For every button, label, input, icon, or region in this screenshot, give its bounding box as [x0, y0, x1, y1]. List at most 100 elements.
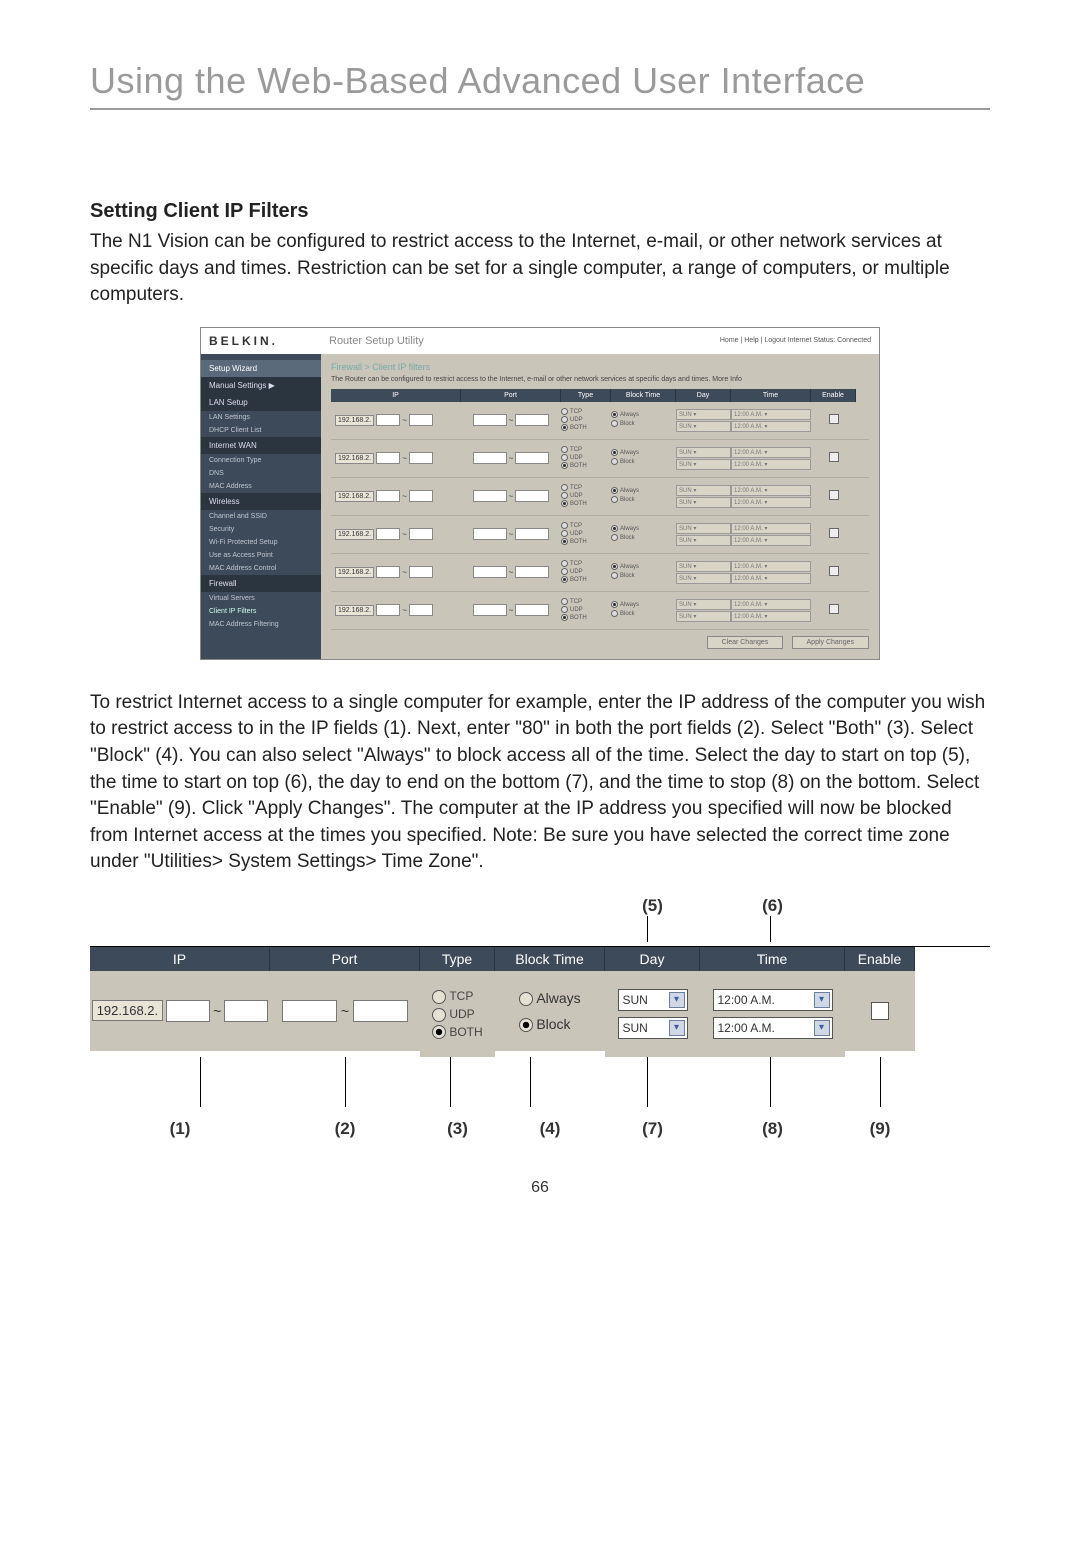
time-start-select[interactable]: 12:00 A.M. ▾: [731, 447, 811, 458]
type-tcp-radio[interactable]: TCP: [561, 560, 611, 568]
type-udp-radio[interactable]: UDP: [561, 568, 611, 576]
sidebar-manual-settings[interactable]: Manual Settings ▶: [201, 377, 321, 394]
enable-checkbox[interactable]: [829, 604, 839, 614]
day-end-select[interactable]: SUN ▾: [676, 421, 731, 432]
day-end-select[interactable]: SUN ▾: [676, 611, 731, 622]
sidebar-client-ip-filters[interactable]: Client IP Filters: [201, 605, 321, 618]
day-start-select[interactable]: SUN ▾: [676, 447, 731, 458]
bt-block-radio[interactable]: Block: [611, 458, 676, 467]
bt-block-radio[interactable]: Block: [611, 610, 676, 619]
time-start-select[interactable]: 12:00 A.M.▾: [713, 989, 833, 1011]
port-end-input[interactable]: [515, 414, 549, 426]
bt-always-radio[interactable]: Always: [519, 990, 580, 1006]
bt-always-radio[interactable]: Always: [611, 601, 676, 610]
time-end-select[interactable]: 12:00 A.M. ▾: [731, 611, 811, 622]
sidebar-item[interactable]: MAC Address Control: [201, 562, 321, 575]
ip-start-input[interactable]: [376, 604, 400, 616]
sidebar-item[interactable]: Connection Type: [201, 454, 321, 467]
type-tcp-radio[interactable]: TCP: [561, 484, 611, 492]
sidebar-item[interactable]: Security: [201, 523, 321, 536]
enable-checkbox[interactable]: [829, 490, 839, 500]
ip-end-input[interactable]: [409, 452, 433, 464]
sidebar-item[interactable]: Virtual Servers: [201, 592, 321, 605]
port-start-input[interactable]: [473, 604, 507, 616]
time-end-select[interactable]: 12:00 A.M. ▾: [731, 421, 811, 432]
time-end-select[interactable]: 12:00 A.M. ▾: [731, 573, 811, 584]
type-tcp-radio[interactable]: TCP: [561, 598, 611, 606]
apply-changes-button[interactable]: Apply Changes: [792, 636, 869, 649]
day-end-select[interactable]: SUN ▾: [676, 573, 731, 584]
header-links[interactable]: Home | Help | Logout Internet Status: Co…: [720, 337, 871, 344]
ip-start-input[interactable]: [376, 490, 400, 502]
port-end-input[interactable]: [515, 604, 549, 616]
port-end-input[interactable]: [515, 528, 549, 540]
sidebar-item[interactable]: Wi-Fi Protected Setup: [201, 536, 321, 549]
time-start-select[interactable]: 12:00 A.M. ▾: [731, 485, 811, 496]
ip-end-input[interactable]: [409, 604, 433, 616]
port-end-input[interactable]: [515, 452, 549, 464]
port-end-input[interactable]: [353, 1000, 408, 1022]
bt-block-radio[interactable]: Block: [519, 1016, 580, 1032]
time-end-select[interactable]: 12:00 A.M. ▾: [731, 497, 811, 508]
type-tcp-radio[interactable]: TCP: [561, 408, 611, 416]
sidebar-item[interactable]: MAC Address Filtering: [201, 618, 321, 631]
port-start-input[interactable]: [473, 414, 507, 426]
ip-end-input[interactable]: [409, 490, 433, 502]
type-udp-radio[interactable]: UDP: [561, 530, 611, 538]
type-both-radio[interactable]: BOTH: [432, 1025, 482, 1040]
ip-end-input[interactable]: [224, 1000, 268, 1022]
sidebar-item[interactable]: DNS: [201, 467, 321, 480]
enable-checkbox[interactable]: [829, 566, 839, 576]
time-end-select[interactable]: 12:00 A.M.▾: [713, 1017, 833, 1039]
time-start-select[interactable]: 12:00 A.M. ▾: [731, 561, 811, 572]
type-udp-radio[interactable]: UDP: [432, 1007, 482, 1022]
port-start-input[interactable]: [473, 566, 507, 578]
port-end-input[interactable]: [515, 490, 549, 502]
type-both-radio[interactable]: BOTH: [561, 576, 611, 584]
day-start-select[interactable]: SUN▾: [618, 989, 688, 1011]
time-end-select[interactable]: 12:00 A.M. ▾: [731, 459, 811, 470]
type-both-radio[interactable]: BOTH: [561, 614, 611, 622]
enable-checkbox[interactable]: [829, 452, 839, 462]
sidebar-item[interactable]: MAC Address: [201, 480, 321, 493]
type-both-radio[interactable]: BOTH: [561, 462, 611, 470]
port-end-input[interactable]: [515, 566, 549, 578]
time-start-select[interactable]: 12:00 A.M. ▾: [731, 409, 811, 420]
day-end-select[interactable]: SUN ▾: [676, 459, 731, 470]
day-start-select[interactable]: SUN ▾: [676, 409, 731, 420]
port-start-input[interactable]: [473, 528, 507, 540]
ip-start-input[interactable]: [376, 566, 400, 578]
port-start-input[interactable]: [282, 1000, 337, 1022]
type-tcp-radio[interactable]: TCP: [561, 446, 611, 454]
type-both-radio[interactable]: BOTH: [561, 500, 611, 508]
type-both-radio[interactable]: BOTH: [561, 538, 611, 546]
ip-start-input[interactable]: [376, 452, 400, 464]
type-udp-radio[interactable]: UDP: [561, 606, 611, 614]
enable-checkbox[interactable]: [829, 414, 839, 424]
sidebar-item[interactable]: DHCP Client List: [201, 424, 321, 437]
bt-always-radio[interactable]: Always: [611, 525, 676, 534]
ip-end-input[interactable]: [409, 528, 433, 540]
bt-always-radio[interactable]: Always: [611, 411, 676, 420]
bt-always-radio[interactable]: Always: [611, 449, 676, 458]
day-start-select[interactable]: SUN ▾: [676, 561, 731, 572]
type-udp-radio[interactable]: UDP: [561, 416, 611, 424]
sidebar-item[interactable]: LAN Settings: [201, 411, 321, 424]
time-end-select[interactable]: 12:00 A.M. ▾: [731, 535, 811, 546]
bt-block-radio[interactable]: Block: [611, 420, 676, 429]
enable-checkbox[interactable]: [871, 1002, 889, 1020]
sidebar-item[interactable]: Channel and SSID: [201, 510, 321, 523]
day-start-select[interactable]: SUN ▾: [676, 485, 731, 496]
sidebar-item[interactable]: Use as Access Point: [201, 549, 321, 562]
sidebar-setup-wizard[interactable]: Setup Wizard: [201, 360, 321, 377]
type-tcp-radio[interactable]: TCP: [561, 522, 611, 530]
day-end-select[interactable]: SUN ▾: [676, 535, 731, 546]
type-tcp-radio[interactable]: TCP: [432, 989, 482, 1004]
day-end-select[interactable]: SUN▾: [618, 1017, 688, 1039]
ip-start-input[interactable]: [376, 414, 400, 426]
bt-block-radio[interactable]: Block: [611, 534, 676, 543]
ip-end-input[interactable]: [409, 414, 433, 426]
bt-always-radio[interactable]: Always: [611, 487, 676, 496]
bt-block-radio[interactable]: Block: [611, 572, 676, 581]
type-udp-radio[interactable]: UDP: [561, 492, 611, 500]
